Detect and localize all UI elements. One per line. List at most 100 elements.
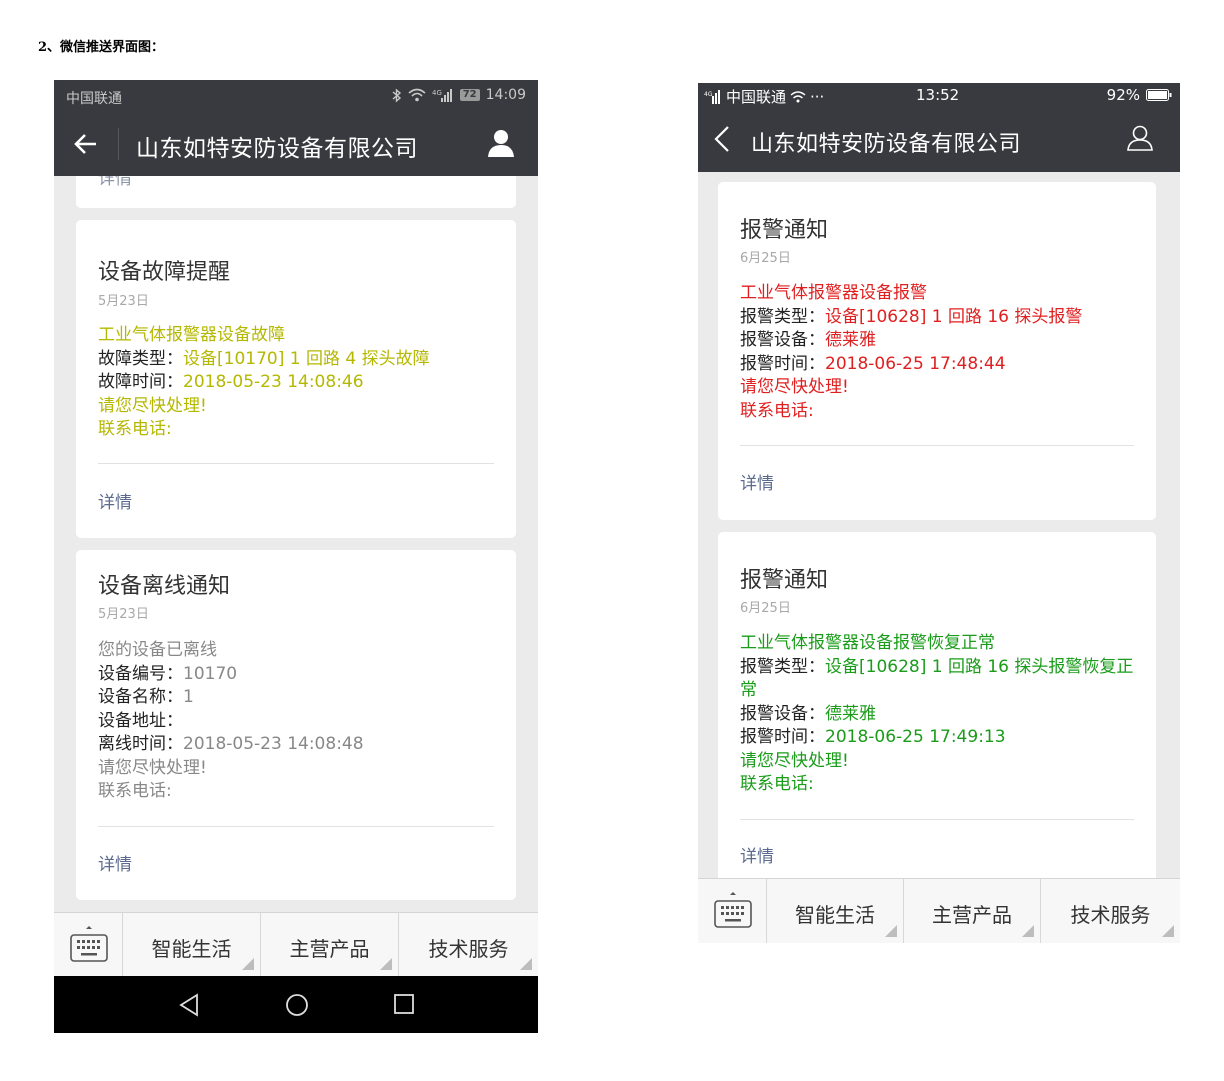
details-link[interactable]: 详情	[98, 488, 132, 513]
line-value: 请您尽快处理!	[740, 750, 849, 771]
phone-screenshot-android: 中国联通 4G 72 14:09 山东如特安防设备有限公司 详情 设备故障提醒 …	[54, 80, 538, 1033]
message-card-partial[interactable]: 详情	[76, 176, 516, 208]
line-value: 请您尽快处理!	[98, 395, 207, 416]
user-profile-icon[interactable]	[486, 128, 516, 158]
chat-title-bar: 山东如特安防设备有限公司	[698, 107, 1180, 172]
user-profile-icon[interactable]	[1126, 124, 1154, 152]
card-line: 报警设备：德莱雅	[740, 329, 1138, 353]
line-value: 联系电话:	[740, 774, 814, 794]
card-body: 您的设备已离线设备编号：10170 设备名称：1 设备地址： 离线时间：2018-05…	[98, 639, 498, 804]
card-line: 故障时间：2018-05-23 14:08:46	[98, 371, 498, 395]
line-value: 德莱雅	[825, 330, 876, 350]
card-line: 设备地址：	[98, 710, 498, 734]
card-line: 请您尽快处理!	[98, 757, 498, 781]
message-card-alarm[interactable]: 报警通知 6月25日 工业气体报警器设备报警 报警类型：设备[10628] 1 回…	[718, 182, 1156, 520]
message-card-alarm-recovered[interactable]: 报警通知 6月25日 工业气体报警器设备报警恢复正常 报警类型：设备[10628]…	[718, 532, 1156, 878]
card-date: 6月25日	[740, 251, 791, 266]
card-body: 工业气体报警器设备故障故障类型：设备[10170] 1 回路 4 探头故障 故障时…	[98, 324, 498, 442]
status-bar: 4G 中国联通 ··· 13:52 92%	[698, 83, 1180, 107]
menu-item-label: 智能生活	[795, 903, 875, 927]
line-value: 设备[10628] 1 回路 16 探头报警	[825, 306, 1083, 327]
line-value: 德莱雅	[825, 703, 876, 724]
card-line: 故障类型：设备[10170] 1 回路 4 探头故障	[98, 348, 498, 372]
menu-item-smart-life[interactable]: 智能生活	[123, 913, 261, 976]
official-account-menu: 智能生活 主营产品 技术服务	[698, 878, 1180, 943]
details-link[interactable]: 详情	[98, 850, 132, 875]
line-label: 报警设备：	[740, 703, 825, 724]
chat-title: 山东如特安防设备有限公司	[136, 136, 418, 162]
line-value: 联系电话:	[740, 400, 814, 421]
menu-item-main-products[interactable]: 主营产品	[261, 913, 399, 976]
menu-item-smart-life[interactable]: 智能生活	[767, 879, 904, 943]
card-line: 联系电话:	[98, 418, 498, 442]
message-card-fault[interactable]: 设备故障提醒 5月23日 工业气体报警器设备故障 故障类型：设备[10170] 1…	[76, 220, 516, 538]
menu-item-label: 主营产品	[289, 937, 370, 961]
line-label: 设备编号：	[98, 663, 183, 684]
line-value: 2018-05-23 14:08:46	[183, 372, 364, 392]
line-value: 工业气体报警器设备故障	[98, 325, 285, 345]
card-divider	[98, 463, 494, 464]
card-body: 工业气体报警器设备报警 报警类型：设备[10628] 1 回路 16 探头报警 报警…	[740, 282, 1138, 423]
message-card-offline[interactable]: 设备离线通知 5月23日 您的设备已离线 设备编号：10170 设备名称：1 设备地址…	[76, 550, 516, 900]
card-divider	[740, 445, 1134, 446]
wifi-icon	[408, 88, 426, 102]
nav-recents-icon[interactable]	[393, 993, 415, 1015]
card-line: 报警时间：2018-06-25 17:49:13	[740, 726, 1138, 750]
keyboard-toggle-button[interactable]	[54, 913, 123, 976]
menu-item-main-products[interactable]: 主营产品	[904, 879, 1041, 943]
activity-indicator: ···	[810, 87, 825, 106]
status-bar: 中国联通 4G 72 14:09	[54, 80, 538, 112]
card-line: 离线时间：2018-05-23 14:08:48	[98, 733, 498, 757]
details-link[interactable]: 详情	[740, 842, 774, 867]
menu-item-tech-service[interactable]: 技术服务	[1041, 879, 1180, 943]
line-value: 2018-05-23 14:08:48	[183, 734, 364, 754]
card-line: 报警类型：设备[10628] 1 回路 16 探头报警恢复正常	[740, 656, 1138, 703]
submenu-indicator-icon	[380, 958, 392, 970]
card-line: 请您尽快处理!	[98, 395, 498, 419]
line-value: 工业气体报警器设备报警	[740, 283, 927, 303]
card-line: 报警设备：德莱雅	[740, 703, 1138, 727]
card-title: 报警通知	[740, 218, 829, 243]
line-value: 您的设备已离线	[98, 640, 217, 660]
nav-back-icon[interactable]	[178, 993, 200, 1017]
menu-item-tech-service[interactable]: 技术服务	[399, 913, 538, 976]
line-label: 离线时间：	[98, 734, 183, 754]
card-line: 设备名称：1	[98, 686, 498, 710]
status-time: 14:09	[485, 87, 526, 103]
line-value: 2018-06-25 17:49:13	[825, 727, 1006, 747]
nav-home-icon[interactable]	[285, 993, 309, 1017]
menu-item-label: 技术服务	[1070, 903, 1151, 927]
card-line: 工业气体报警器设备报警恢复正常	[740, 632, 1138, 656]
card-line: 设备编号：10170	[98, 663, 498, 687]
details-link[interactable]: 详情	[740, 469, 774, 494]
back-arrow-icon[interactable]	[74, 132, 98, 156]
chat-message-list[interactable]: 详情 设备故障提醒 5月23日 工业气体报警器设备故障 故障类型：设备[10170…	[54, 176, 538, 912]
card-body: 工业气体报警器设备报警恢复正常报警类型：设备[10628] 1 回路 16 探头…	[740, 632, 1138, 797]
submenu-indicator-icon	[520, 958, 532, 970]
line-value: 请您尽快处理!	[98, 757, 207, 778]
wifi-icon	[790, 90, 806, 102]
signal-icon: 4G	[704, 89, 720, 104]
bluetooth-icon	[392, 87, 401, 103]
official-account-menu: 智能生活 主营产品 技术服务	[54, 912, 538, 976]
line-value: 工业气体报警器设备报警恢复正常	[740, 633, 995, 653]
line-value: 1	[183, 687, 194, 707]
svg-text:4G: 4G	[432, 89, 442, 97]
details-link[interactable]: 详情	[98, 176, 132, 189]
android-nav-bar	[54, 976, 538, 1033]
submenu-indicator-icon	[885, 925, 897, 937]
submenu-indicator-icon	[1162, 925, 1174, 937]
back-chevron-icon[interactable]	[714, 125, 730, 153]
card-line: 联系电话:	[740, 773, 1138, 797]
battery-icon: 72	[459, 89, 480, 101]
line-label: 报警设备：	[740, 330, 825, 350]
keyboard-toggle-button[interactable]	[698, 879, 767, 943]
line-label: 故障时间：	[98, 372, 183, 392]
line-label: 报警类型：	[740, 306, 825, 327]
document-heading: 2、微信推送界面图：	[38, 40, 165, 55]
keyboard-icon	[70, 926, 108, 962]
card-line: 请您尽快处理!	[740, 750, 1138, 774]
line-label: 报警类型：	[740, 656, 825, 677]
chat-message-list[interactable]: 报警通知 6月25日 工业气体报警器设备报警 报警类型：设备[10628] 1 回…	[698, 172, 1180, 878]
submenu-indicator-icon	[1022, 925, 1034, 937]
